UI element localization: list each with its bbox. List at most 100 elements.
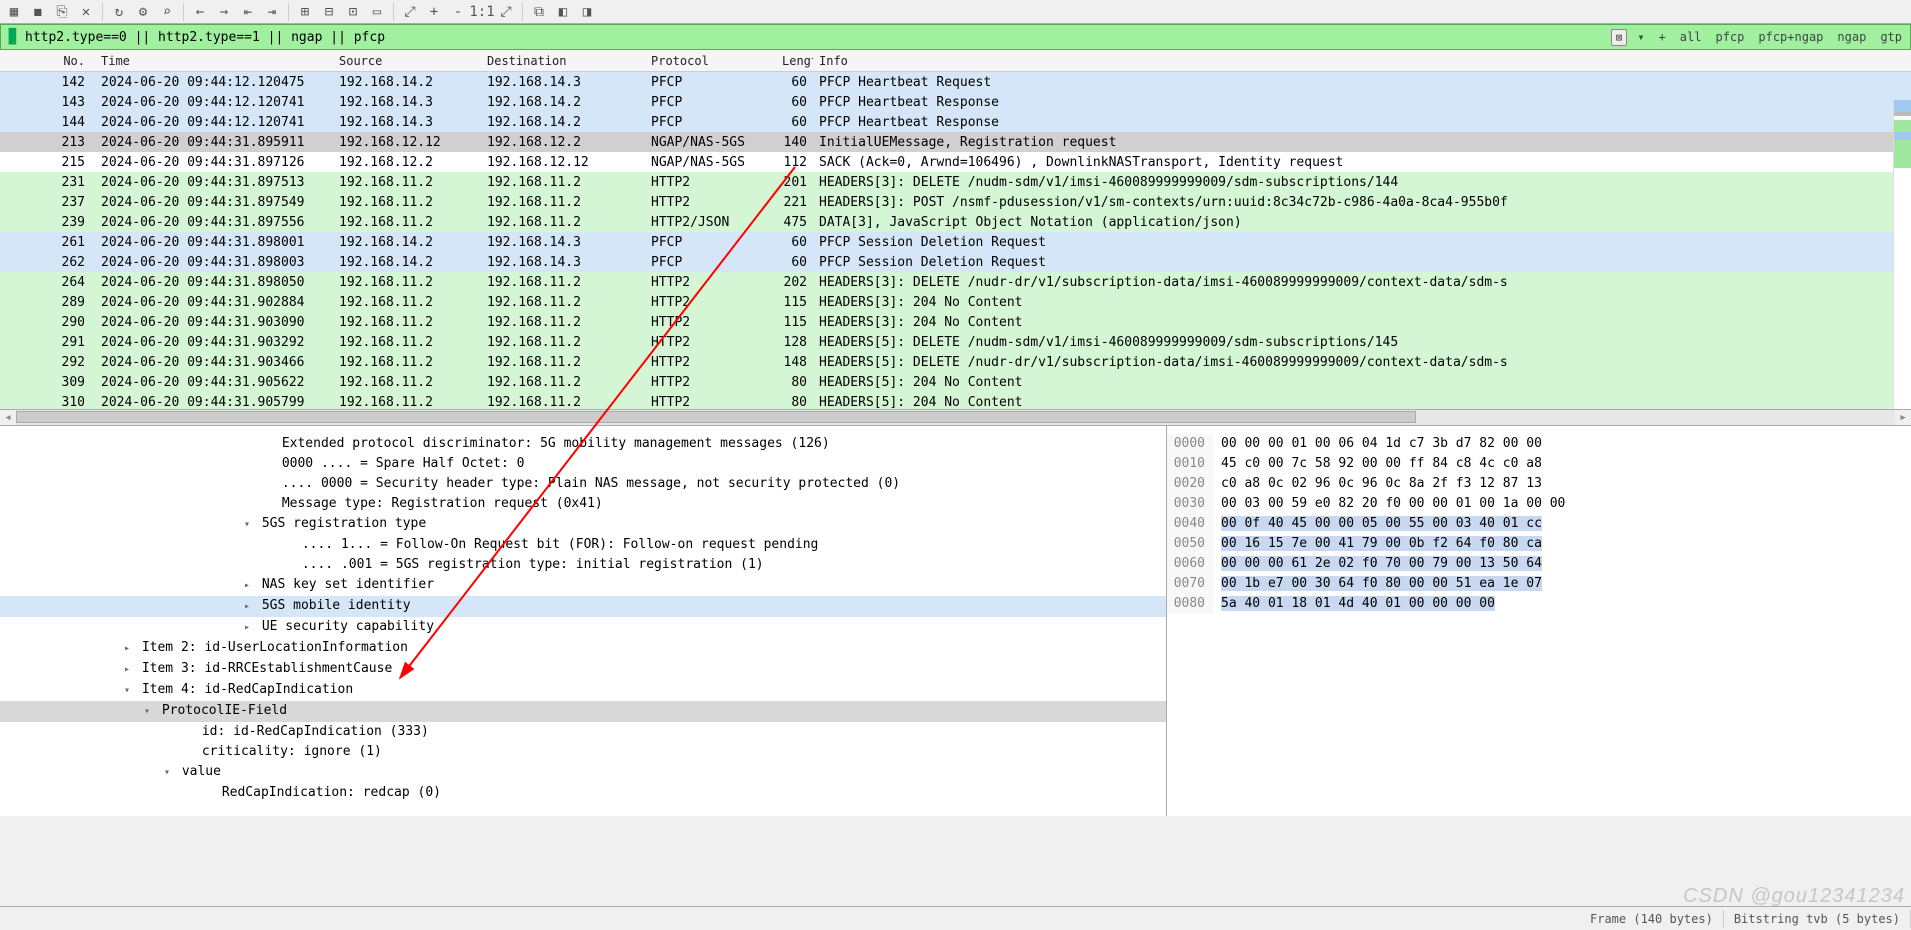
expand-icon[interactable]: ▸ (120, 639, 134, 659)
tree-node[interactable]: ▾ ProtocolIE-Field (0, 701, 1166, 722)
scroll-left-icon[interactable]: ◂ (0, 410, 16, 425)
toolbar-icon-12[interactable]: ⊟ (319, 2, 339, 22)
filter-btn-pfcp-ngap[interactable]: pfcp+ngap (1754, 29, 1827, 45)
toolbar-icon-13[interactable]: ⊡ (343, 2, 363, 22)
tree-node[interactable]: .... .001 = 5GS registration type: initi… (0, 555, 1166, 575)
toolbar-icon-9[interactable]: ⇤ (238, 2, 258, 22)
col-length[interactable]: Lengt (776, 54, 813, 68)
toolbar-icon-16[interactable]: + (424, 2, 444, 22)
expand-icon[interactable]: ▸ (240, 597, 254, 617)
table-row[interactable]: 2372024-06-20 09:44:31.897549192.168.11.… (0, 192, 1911, 212)
toolbar-icon-6[interactable]: ⌕ (157, 2, 177, 22)
tree-node[interactable]: Message type: Registration request (0x41… (0, 494, 1166, 514)
toolbar-icon-20[interactable]: ⧉ (529, 2, 549, 22)
packet-list-header[interactable]: No. Time Source Destination Protocol Len… (0, 50, 1911, 72)
status-bitstring[interactable]: Bitstring tvb (5 bytes) (1724, 910, 1911, 928)
packet-hscroll[interactable]: ◂ ▸ (0, 410, 1911, 426)
clear-filter-icon[interactable]: ⊠ (1611, 29, 1628, 46)
packet-detail-tree[interactable]: Extended protocol discriminator: 5G mobi… (0, 426, 1167, 816)
toolbar-icon-15[interactable]: ⤢ (400, 2, 420, 22)
toolbar-icon-11[interactable]: ⊞ (295, 2, 315, 22)
table-row[interactable]: 2622024-06-20 09:44:31.898003192.168.14.… (0, 252, 1911, 272)
toolbar-icon-19[interactable]: ⤢ (496, 2, 516, 22)
filter-btn-gtp[interactable]: gtp (1876, 29, 1906, 45)
table-row[interactable]: 2902024-06-20 09:44:31.903090192.168.11.… (0, 312, 1911, 332)
expand-icon[interactable]: ▾ (120, 681, 134, 701)
hex-row[interactable]: 001045 c0 00 7c 58 92 00 00 ff 84 c8 4c … (1167, 454, 1911, 474)
tree-node[interactable]: criticality: ignore (1) (0, 742, 1166, 762)
status-frame[interactable]: Frame (140 bytes) (1580, 910, 1724, 928)
col-time[interactable]: Time (95, 54, 333, 68)
filter-btn-ngap[interactable]: ngap (1833, 29, 1870, 45)
toolbar-icon-18[interactable]: 1:1 (472, 2, 492, 22)
hex-row[interactable]: 005000 16 15 7e 00 41 79 00 0b f2 64 f0 … (1167, 534, 1911, 554)
packet-minimap[interactable] (1893, 100, 1911, 410)
toolbar-icon-21[interactable]: ◧ (553, 2, 573, 22)
toolbar-icon-5[interactable]: ⚙ (133, 2, 153, 22)
table-row[interactable]: 2642024-06-20 09:44:31.898050192.168.11.… (0, 272, 1911, 292)
toolbar-icon-0[interactable]: ▦ (4, 2, 24, 22)
hex-row[interactable]: 0020c0 a8 0c 02 96 0c 96 0c 8a 2f f3 12 … (1167, 474, 1911, 494)
bookmark-icon[interactable]: ▉ (5, 29, 21, 45)
col-source[interactable]: Source (333, 54, 481, 68)
tree-node[interactable]: ▸ Item 2: id-UserLocationInformation (0, 638, 1166, 659)
hex-row[interactable]: 004000 0f 40 45 00 00 05 00 55 00 03 40 … (1167, 514, 1911, 534)
hex-row[interactable]: 007000 1b e7 00 30 64 f0 80 00 00 51 ea … (1167, 574, 1911, 594)
filter-dropdown-icon[interactable]: ▾ (1633, 29, 1648, 45)
expand-icon[interactable]: ▸ (240, 618, 254, 638)
tree-node[interactable]: Extended protocol discriminator: 5G mobi… (0, 434, 1166, 454)
hex-row[interactable]: 00805a 40 01 18 01 4d 40 01 00 00 00 00 (1167, 594, 1911, 614)
hex-dump-pane[interactable]: 000000 00 00 01 00 06 04 1d c7 3b d7 82 … (1167, 426, 1911, 816)
toolbar-icon-22[interactable]: ◨ (577, 2, 597, 22)
toolbar-icon-14[interactable]: ▭ (367, 2, 387, 22)
table-row[interactable]: 2612024-06-20 09:44:31.898001192.168.14.… (0, 232, 1911, 252)
packet-rows[interactable]: 1422024-06-20 09:44:12.120475192.168.14.… (0, 72, 1911, 410)
table-row[interactable]: 2392024-06-20 09:44:31.897556192.168.11.… (0, 212, 1911, 232)
tree-node[interactable]: ▸ Item 3: id-RRCEstablishmentCause (0, 659, 1166, 680)
table-row[interactable]: 2912024-06-20 09:44:31.903292192.168.11.… (0, 332, 1911, 352)
table-row[interactable]: 2892024-06-20 09:44:31.902884192.168.11.… (0, 292, 1911, 312)
col-protocol[interactable]: Protocol (645, 54, 776, 68)
tree-node[interactable]: ▸ UE security capability (0, 617, 1166, 638)
toolbar-icon-3[interactable]: ✕ (76, 2, 96, 22)
tree-node[interactable]: ▾ value (0, 762, 1166, 783)
tree-node[interactable]: ▾ Item 4: id-RedCapIndication (0, 680, 1166, 701)
filter-btn-all[interactable]: all (1676, 29, 1706, 45)
tree-node[interactable]: id: id-RedCapIndication (333) (0, 722, 1166, 742)
table-row[interactable]: 2152024-06-20 09:44:31.897126192.168.12.… (0, 152, 1911, 172)
tree-node[interactable]: RedCapIndication: redcap (0) (0, 783, 1166, 803)
hex-row[interactable]: 003000 03 00 59 e0 82 20 f0 00 00 01 00 … (1167, 494, 1911, 514)
tree-node[interactable]: .... 1... = Follow-On Request bit (FOR):… (0, 535, 1166, 555)
tree-node[interactable]: ▸ 5GS mobile identity (0, 596, 1166, 617)
add-filter-button[interactable]: + (1655, 29, 1670, 45)
toolbar-icon-2[interactable]: ⎘ (52, 2, 72, 22)
table-row[interactable]: 2132024-06-20 09:44:31.895911192.168.12.… (0, 132, 1911, 152)
expand-icon[interactable]: ▾ (160, 763, 174, 783)
toolbar-icon-17[interactable]: - (448, 2, 468, 22)
expand-icon[interactable]: ▾ (140, 702, 154, 722)
toolbar-icon-8[interactable]: → (214, 2, 234, 22)
col-info[interactable]: Info (813, 54, 1911, 68)
table-row[interactable]: 3102024-06-20 09:44:31.905799192.168.11.… (0, 392, 1911, 410)
expand-icon[interactable]: ▸ (120, 660, 134, 680)
hex-row[interactable]: 006000 00 00 61 2e 02 f0 70 00 79 00 13 … (1167, 554, 1911, 574)
tree-node[interactable]: ▾ 5GS registration type (0, 514, 1166, 535)
tree-node[interactable]: 0000 .... = Spare Half Octet: 0 (0, 454, 1166, 474)
table-row[interactable]: 1442024-06-20 09:44:12.120741192.168.14.… (0, 112, 1911, 132)
toolbar-icon-7[interactable]: ← (190, 2, 210, 22)
table-row[interactable]: 3092024-06-20 09:44:31.905622192.168.11.… (0, 372, 1911, 392)
toolbar-icon-4[interactable]: ↻ (109, 2, 129, 22)
filter-btn-pfcp[interactable]: pfcp (1711, 29, 1748, 45)
display-filter-input[interactable] (21, 30, 1611, 45)
table-row[interactable]: 2922024-06-20 09:44:31.903466192.168.11.… (0, 352, 1911, 372)
toolbar-icon-1[interactable]: ◼ (28, 2, 48, 22)
scroll-right-icon[interactable]: ▸ (1895, 410, 1911, 425)
col-destination[interactable]: Destination (481, 54, 645, 68)
toolbar-icon-10[interactable]: ⇥ (262, 2, 282, 22)
tree-node[interactable]: ▸ NAS key set identifier (0, 575, 1166, 596)
tree-node[interactable]: .... 0000 = Security header type: Plain … (0, 474, 1166, 494)
table-row[interactable]: 1432024-06-20 09:44:12.120741192.168.14.… (0, 92, 1911, 112)
expand-icon[interactable]: ▾ (240, 515, 254, 535)
table-row[interactable]: 2312024-06-20 09:44:31.897513192.168.11.… (0, 172, 1911, 192)
expand-icon[interactable]: ▸ (240, 576, 254, 596)
